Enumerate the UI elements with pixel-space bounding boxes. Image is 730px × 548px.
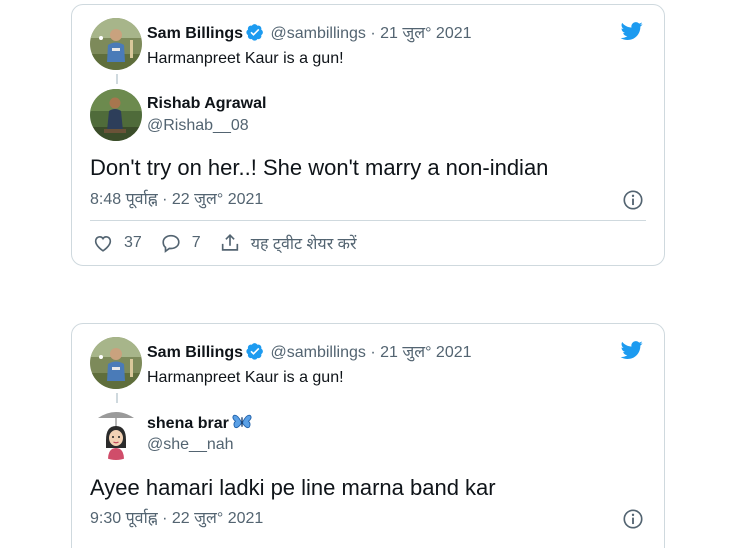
author-name[interactable]: Sam Billings (147, 25, 243, 42)
reply-author-name-text[interactable]: shena brar (147, 415, 229, 432)
author-handle[interactable]: @sambillings (270, 25, 365, 42)
info-icon[interactable] (622, 508, 644, 530)
heart-icon (94, 235, 112, 252)
embedded-tweet-card[interactable]: Sam Billings @sambillings · 21 जुल° 2021… (71, 323, 665, 548)
embedded-tweet-card[interactable]: Sam Billings @sambillings · 21 जुल° 2021… (71, 4, 665, 266)
parent-tweet-text: Harmanpreet Kaur is a gun! (147, 50, 344, 67)
reply-author-name[interactable]: Rishab Agrawal (147, 94, 266, 114)
reply-button[interactable]: 7 (160, 232, 201, 254)
reply-author-handle[interactable]: @Rishab__08 (147, 116, 249, 136)
reply-author[interactable]: Rishab Agrawal @Rishab__08 (90, 89, 644, 145)
reply-tweet-text: Ayee hamari ladki pe line marna band kar (90, 475, 496, 500)
author-name[interactable]: Sam Billings (147, 344, 243, 361)
quoted-parent-tweet[interactable]: Sam Billings @sambillings · 21 जुल° 2021… (90, 17, 604, 77)
like-count: 37 (124, 234, 142, 251)
separator-dot: · (370, 344, 376, 361)
reply-author-handle[interactable]: @she__nah (147, 435, 234, 455)
thread-connector (116, 393, 118, 403)
reply-count: 7 (191, 234, 201, 251)
tweet-timestamp[interactable]: 9:30 पूर्वाह्न · 22 जुल° 2021 (90, 509, 263, 529)
separator-dot: · (370, 25, 376, 42)
avatar[interactable] (90, 89, 142, 141)
tweet-timestamp[interactable]: 8:48 पूर्वाह्न · 22 जुल° 2021 (90, 190, 263, 210)
reply-author[interactable]: shena brar @she__nah (90, 408, 644, 464)
avatar[interactable] (90, 408, 142, 460)
verified-badge-icon (246, 24, 263, 41)
like-button[interactable]: 37 (92, 232, 142, 254)
quoted-parent-tweet[interactable]: Sam Billings @sambillings · 21 जुल° 2021… (90, 336, 604, 396)
author-handle[interactable]: @sambillings (270, 344, 365, 361)
tweet-date[interactable]: 21 जुल° 2021 (380, 344, 471, 361)
share-label: यह ट्वीट शेयर करें (250, 236, 357, 253)
info-icon[interactable] (622, 189, 644, 211)
reply-tweet-text: Don't try on her..! She won't marry a no… (90, 155, 549, 180)
parent-tweet-text: Harmanpreet Kaur is a gun! (147, 369, 344, 386)
thread-connector (116, 74, 118, 84)
twitter-bird-icon[interactable] (619, 339, 645, 361)
reply-bubble-icon (162, 234, 180, 253)
tweet-date[interactable]: 21 जुल° 2021 (380, 25, 471, 42)
twitter-bird-icon[interactable] (619, 20, 645, 42)
tweet-actions: 37 7 यह ट्वीट शेयर करें (92, 231, 375, 255)
share-upload-icon (221, 234, 238, 251)
reply-author-name[interactable]: shena brar (147, 413, 252, 434)
verified-badge-icon (246, 343, 263, 360)
share-button[interactable]: यह ट्वीट शेयर करें (219, 232, 357, 254)
divider (90, 220, 646, 221)
avatar[interactable] (90, 18, 142, 70)
butterfly-emoji-icon (232, 414, 252, 429)
avatar[interactable] (90, 337, 142, 389)
